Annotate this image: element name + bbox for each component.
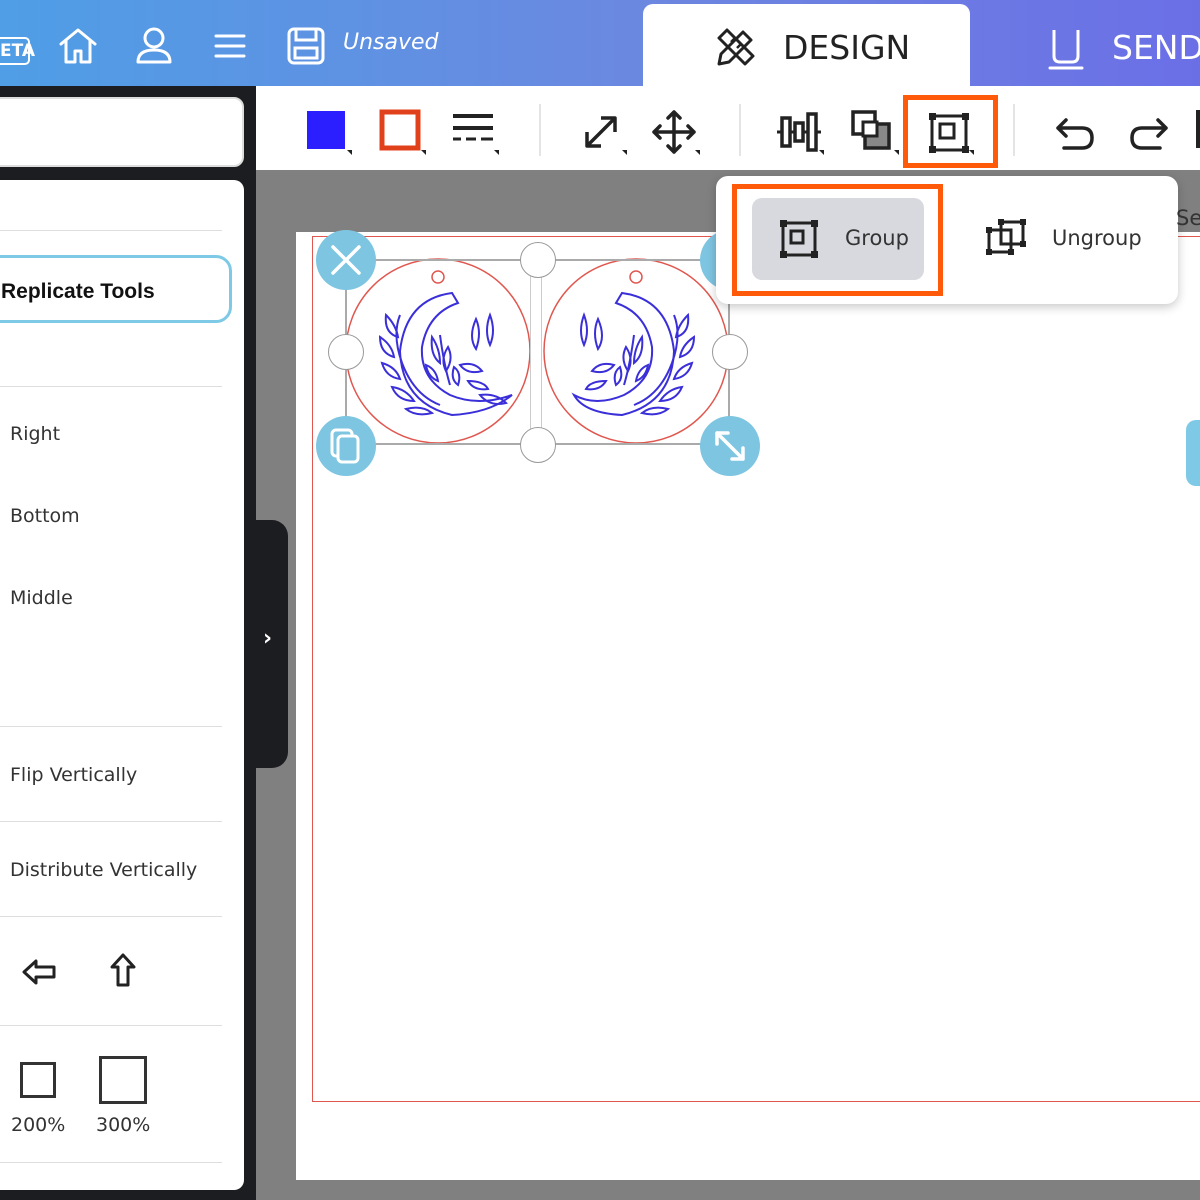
scale-handle[interactable]: [700, 416, 760, 476]
user-icon[interactable]: [132, 24, 176, 68]
top-bar: ETA Unsaved DESIGN SEND: [0, 0, 1200, 86]
divider: [0, 1025, 222, 1026]
zoom-300-button[interactable]: [99, 1056, 147, 1104]
resize-handle-top[interactable]: [520, 242, 556, 278]
ungroup-icon: [986, 219, 1026, 255]
delete-handle[interactable]: [316, 230, 376, 290]
toolbar-overflow-edge: [1196, 110, 1200, 148]
toolbar-separator: [1013, 104, 1015, 156]
tools-panel: [0, 180, 244, 1190]
menu-icon[interactable]: [208, 24, 252, 68]
toolbar-separator: [539, 104, 541, 156]
ungroup-label: Ungroup: [1052, 226, 1142, 250]
line-style-icon[interactable]: [449, 108, 500, 158]
resize-diagonal-icon[interactable]: [577, 108, 628, 158]
send-cutter-icon: [1048, 30, 1084, 70]
design-pencil-ruler-icon: [717, 28, 755, 66]
duplicate-handle[interactable]: [316, 416, 376, 476]
divider: [0, 726, 222, 727]
fill-color-swatch[interactable]: [302, 108, 353, 158]
distribute-vertically-item[interactable]: Distribute Vertically: [10, 859, 197, 881]
divider: [0, 230, 222, 231]
resize-handle-left[interactable]: [328, 334, 364, 370]
group-item-highlight: [732, 184, 943, 296]
tab-send[interactable]: SEND: [1040, 4, 1200, 86]
align-distribute-icon[interactable]: [774, 108, 825, 158]
right-panel-tab[interactable]: [1186, 420, 1200, 486]
undo-icon[interactable]: [1050, 108, 1100, 158]
group-tool-highlight: [903, 95, 998, 168]
offscreen-menu-label: Se: [1176, 206, 1200, 230]
chevron-right-icon: ›: [263, 626, 273, 651]
zoom-200-button[interactable]: [20, 1062, 56, 1098]
redo-icon[interactable]: [1124, 108, 1174, 158]
beta-badge: ETA: [0, 37, 35, 65]
resize-handle-bottom[interactable]: [520, 427, 556, 463]
arrange-layers-icon[interactable]: [849, 108, 900, 158]
align-middle-item[interactable]: Middle: [10, 587, 73, 609]
save-icon[interactable]: [284, 24, 328, 68]
toolbar-separator: [739, 104, 741, 156]
search-input[interactable]: [0, 97, 244, 167]
flip-vertically-item[interactable]: Flip Vertically: [10, 764, 137, 786]
fill-color-icon: [307, 111, 345, 149]
diagonal-resize-icon: [715, 431, 745, 461]
ungroup-menu-item[interactable]: Ungroup: [975, 198, 1165, 280]
zoom-200-label: 200%: [11, 1114, 66, 1136]
collapse-panel-button[interactable]: ›: [256, 520, 288, 768]
close-icon: [331, 245, 361, 275]
stroke-color-swatch[interactable]: [376, 108, 427, 158]
tab-design[interactable]: DESIGN: [643, 4, 970, 86]
replicate-tools-button[interactable]: Replicate Tools: [0, 255, 232, 323]
resize-handle-right[interactable]: [712, 334, 748, 370]
divider: [0, 916, 222, 917]
divider: [0, 821, 222, 822]
replicate-tools-label: Replicate Tools: [1, 280, 155, 303]
selection-divider: [530, 261, 542, 445]
duplicate-icon: [330, 428, 360, 464]
divider: [0, 1162, 222, 1163]
align-right-item[interactable]: Right: [10, 423, 60, 445]
align-bottom-item[interactable]: Bottom: [10, 505, 80, 527]
home-icon[interactable]: [56, 24, 100, 68]
zoom-300-label: 300%: [96, 1114, 151, 1136]
divider: [0, 386, 222, 387]
tab-send-label: SEND: [1112, 28, 1200, 67]
arrow-left-icon[interactable]: [20, 952, 60, 992]
arrow-up-icon[interactable]: [103, 951, 143, 991]
move-icon[interactable]: [650, 108, 701, 158]
stroke-color-icon: [379, 109, 421, 151]
save-status: Unsaved: [343, 30, 439, 55]
tab-design-label: DESIGN: [783, 28, 911, 67]
